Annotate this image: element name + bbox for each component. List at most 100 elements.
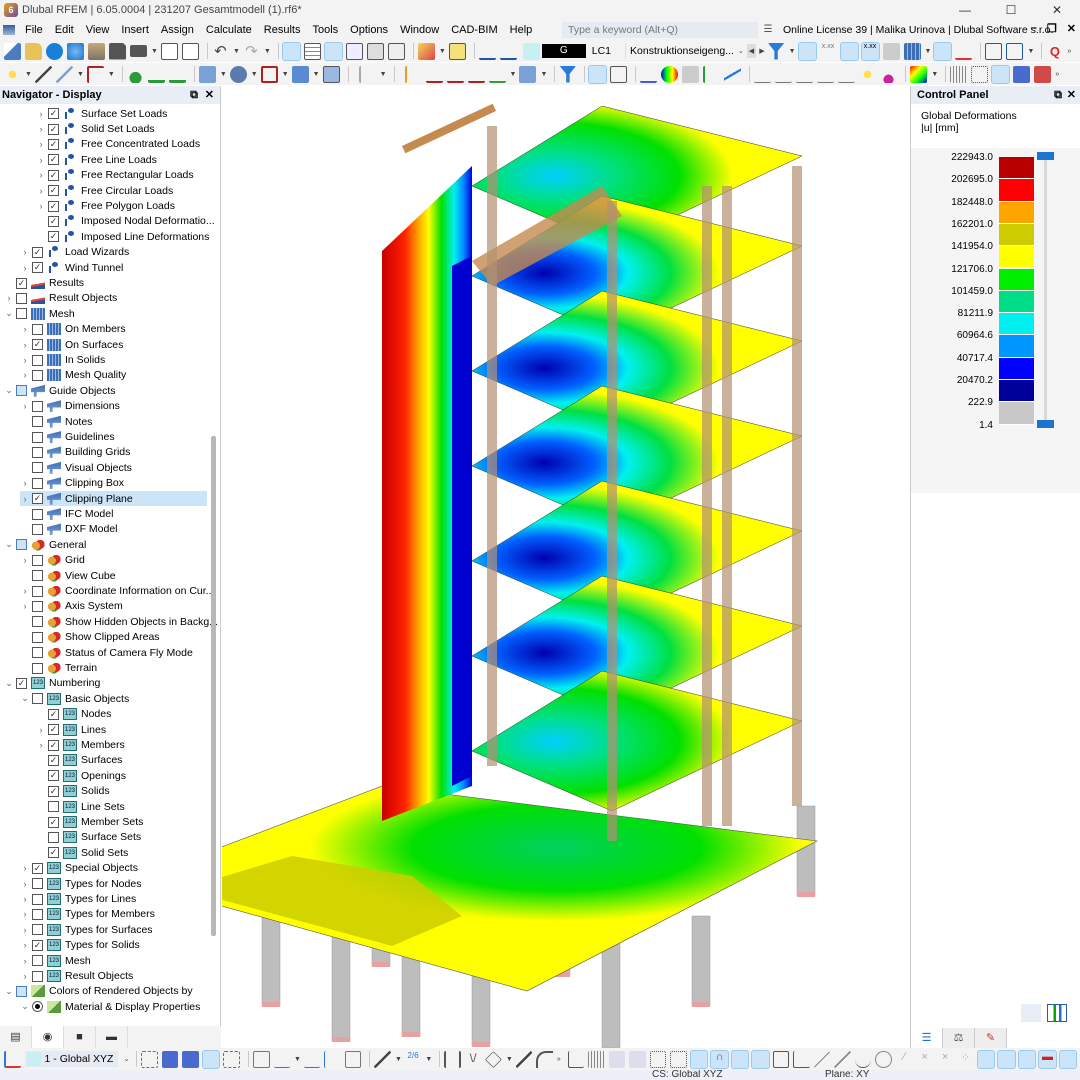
probe-toggle-icon[interactable]	[1058, 1049, 1078, 1069]
animation-icon[interactable]	[610, 65, 628, 83]
new-model-icon[interactable]	[4, 42, 21, 60]
chevron-down-icon[interactable]: ⌄	[20, 1001, 30, 1012]
checkbox[interactable]: ✓	[48, 123, 59, 135]
tree-item[interactable]: Show Clipped Areas	[20, 630, 160, 645]
clear-results-icon[interactable]: Q	[1046, 43, 1063, 60]
checkbox[interactable]: ✓	[16, 277, 27, 289]
checkbox[interactable]	[16, 539, 27, 551]
load-case-selector[interactable]: G LC1 Konstruktionseigeng... ⌄	[522, 42, 747, 60]
navigator-scrollbar[interactable]	[211, 436, 216, 936]
tab-data-icon[interactable]: ▤	[0, 1026, 32, 1048]
nodal-load-icon[interactable]	[404, 65, 422, 83]
member-toggle-icon[interactable]: ▬	[1038, 1049, 1057, 1069]
result-values-display-icon[interactable]: x.xx	[860, 41, 880, 61]
light-icon[interactable]	[859, 65, 877, 83]
tree-item[interactable]: ✓ 123 Surfaces	[36, 753, 122, 768]
tree-item[interactable]: Building Grids	[20, 445, 130, 460]
model-library-icon[interactable]	[88, 42, 105, 60]
view-model-icon[interactable]	[991, 64, 1011, 84]
solid-load-icon[interactable]	[519, 65, 537, 83]
member-section-2-icon[interactable]	[775, 66, 793, 83]
view-iso-icon[interactable]	[1013, 65, 1031, 83]
chevron-right-icon[interactable]: ›	[36, 725, 46, 735]
dots-grid-icon[interactable]	[588, 1050, 605, 1068]
color-scale-settings-icon[interactable]	[1047, 1004, 1067, 1022]
frame-toggle-icon[interactable]	[997, 1049, 1016, 1069]
chevron-right-icon[interactable]: ›	[20, 971, 30, 981]
line-load-icon[interactable]	[446, 66, 464, 83]
checkbox[interactable]	[32, 970, 43, 982]
draw-dropdown-icon[interactable]: ▼	[506, 1056, 513, 1063]
tree-item[interactable]: DXF Model	[20, 522, 118, 537]
checkbox[interactable]	[16, 385, 27, 397]
checkbox[interactable]: ✓	[48, 215, 59, 227]
snap-corner-icon[interactable]	[793, 1050, 810, 1068]
arc-draw-icon[interactable]	[536, 1050, 553, 1068]
checkbox[interactable]: ✓	[32, 862, 43, 874]
dlubal-center-icon[interactable]	[46, 42, 63, 60]
menu-tools[interactable]: Tools	[306, 24, 344, 36]
checkbox[interactable]	[32, 354, 43, 366]
checkbox[interactable]	[32, 893, 43, 905]
menu-view[interactable]: View	[80, 24, 116, 36]
chevron-down-icon[interactable]: ⌄	[4, 678, 14, 689]
surface-load-icon[interactable]	[467, 66, 485, 83]
menu-file[interactable]: File	[19, 24, 49, 36]
checkbox[interactable]: ✓	[48, 785, 59, 797]
coordinate-system-icon[interactable]	[4, 1050, 21, 1068]
solid-results-icon[interactable]	[682, 65, 700, 83]
snap-box-icon[interactable]	[772, 1050, 790, 1068]
undo-icon[interactable]: ↶	[212, 43, 229, 60]
show-results-icon[interactable]	[417, 42, 435, 60]
menu-help[interactable]: Help	[504, 24, 539, 36]
checkbox[interactable]	[32, 616, 43, 628]
checkbox[interactable]	[32, 878, 43, 890]
chevron-right-icon[interactable]: ›	[20, 909, 30, 919]
menu-results[interactable]: Results	[258, 24, 307, 36]
checkbox[interactable]	[16, 308, 27, 320]
chevron-right-icon[interactable]: ›	[20, 956, 30, 966]
member-section-5-icon[interactable]	[838, 66, 856, 83]
imposed-dropdown-icon[interactable]: ▼	[510, 71, 517, 78]
surface-dropdown-icon[interactable]: ▼	[220, 71, 227, 78]
checkbox[interactable]	[32, 693, 43, 705]
load-case-description[interactable]: Konstruktionseigeng...	[625, 43, 738, 59]
chevron-down-icon[interactable]: ⌄	[124, 1055, 130, 1063]
tree-item[interactable]: › Mesh Quality	[20, 368, 126, 383]
checkbox[interactable]	[32, 446, 43, 458]
checkbox[interactable]: ✓	[32, 939, 43, 951]
chevron-down-icon[interactable]: ⌄	[4, 986, 14, 997]
nodal-support-icon[interactable]	[126, 65, 144, 83]
result-sections-dropdown-icon[interactable]: ▼	[1027, 48, 1034, 55]
snap-point-icon[interactable]	[649, 1050, 667, 1068]
open-folder-icon[interactable]	[25, 42, 42, 60]
surface-results-icon[interactable]	[903, 42, 921, 60]
surface-support-icon[interactable]	[168, 66, 186, 83]
tree-item[interactable]: ✓ 123 Openings	[36, 768, 126, 783]
tree-item[interactable]: › ✓ Clipping Plane	[20, 491, 207, 507]
redo-icon[interactable]: ↷	[243, 43, 260, 60]
work-plane-icon[interactable]	[141, 1050, 158, 1068]
chevron-right-icon[interactable]: ›	[20, 324, 30, 334]
tree-item[interactable]: › 123 Mesh	[20, 953, 91, 968]
plane-custom-icon[interactable]	[223, 1050, 240, 1068]
grid-toggle-icon[interactable]	[976, 1049, 996, 1069]
tree-item[interactable]: Show Hidden Objects in Backg...	[20, 614, 218, 629]
new-solid-icon[interactable]	[229, 65, 247, 83]
plane-xz-icon[interactable]	[201, 1049, 221, 1069]
tree-item[interactable]: ⌄ 123 Basic Objects	[20, 691, 129, 706]
chevron-right-icon[interactable]: ›	[20, 494, 30, 504]
line-support-icon[interactable]	[147, 66, 165, 83]
chevron-down-icon[interactable]: ⌄	[4, 385, 14, 396]
minimize-button[interactable]: —	[942, 0, 988, 20]
menu-cad-bim[interactable]: CAD-BIM	[445, 24, 503, 36]
load-dropdown-icon[interactable]: ▼	[380, 71, 387, 78]
save-icon[interactable]	[109, 42, 126, 60]
tables-icon[interactable]	[303, 42, 321, 60]
checkbox[interactable]	[32, 554, 43, 566]
tab-color-scale-icon[interactable]: ☰	[911, 1028, 943, 1048]
show-results-dropdown-icon[interactable]: ▼	[439, 48, 446, 55]
snap-grid-icon[interactable]	[303, 1051, 321, 1068]
tree-item[interactable]: Visual Objects	[20, 460, 132, 475]
tree-item[interactable]: 123 Surface Sets	[36, 830, 141, 845]
